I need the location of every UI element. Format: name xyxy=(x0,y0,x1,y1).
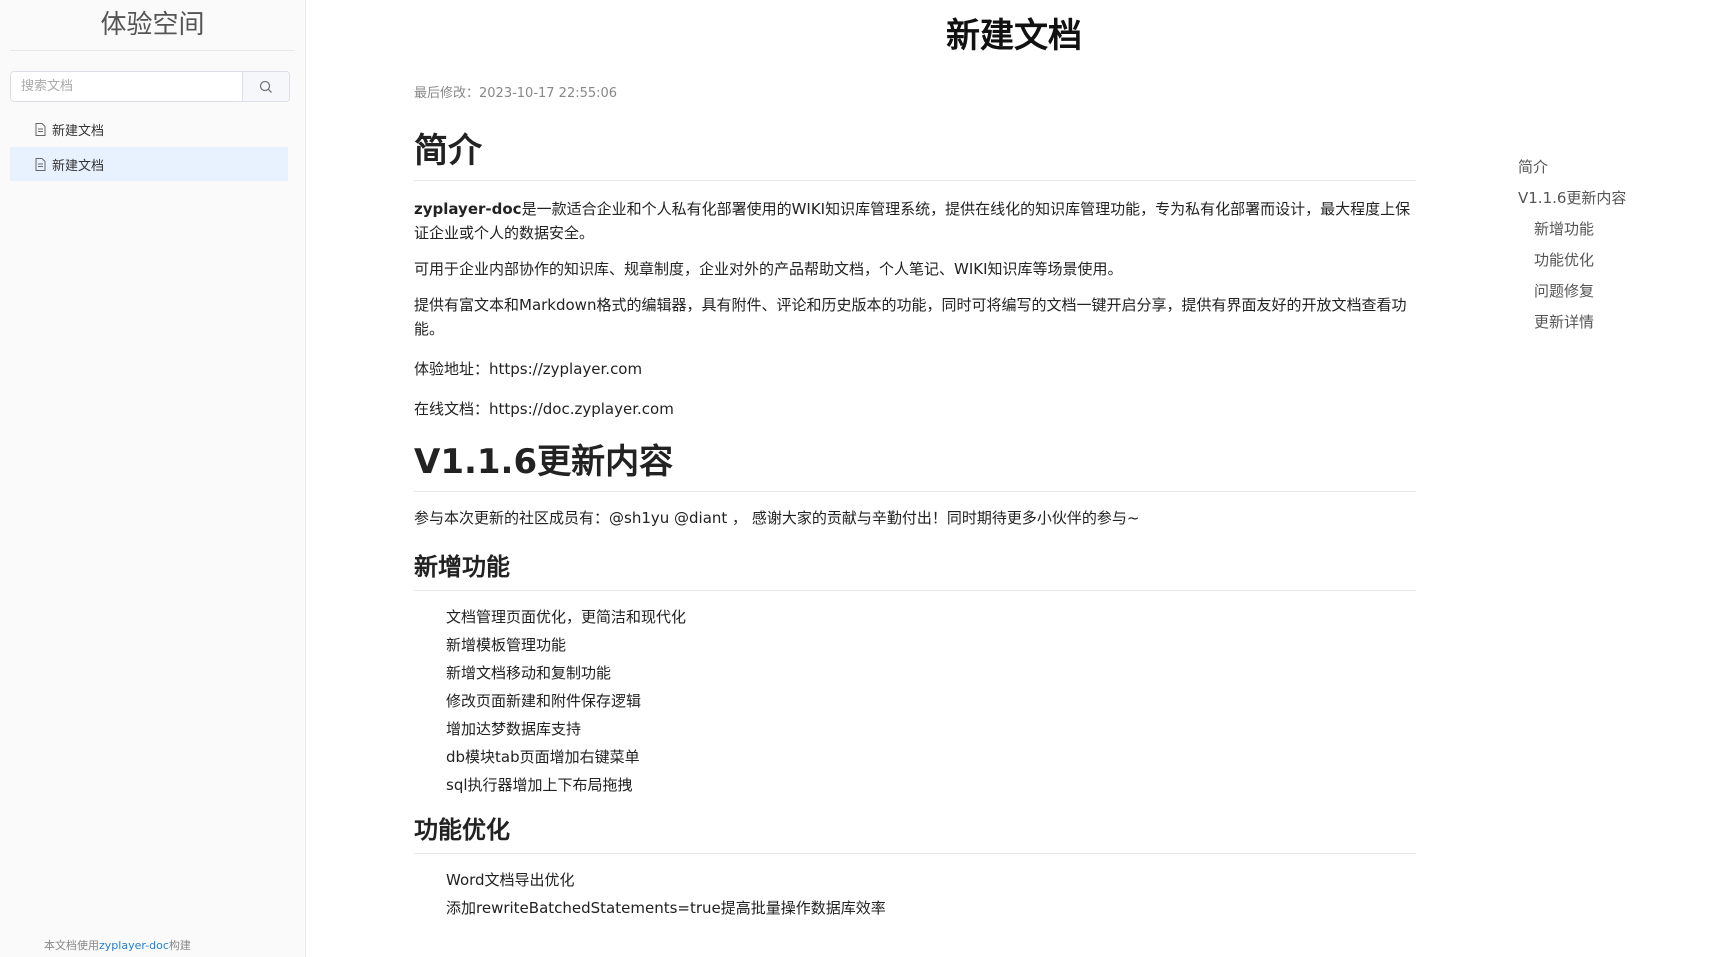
demo-address: 体验地址：https://zyplayer.com xyxy=(414,360,643,378)
list-item: sql执行器增加上下布局拖拽 xyxy=(446,776,633,794)
footer-brand-link[interactable]: zyplayer-doc xyxy=(99,939,169,952)
doc-title: 新建文档 xyxy=(946,16,1082,56)
heading-intro: 简介 xyxy=(414,130,1416,181)
heading-update: V1.1.6更新内容 xyxy=(414,441,1416,492)
toc-item-update-details[interactable]: 更新详情 xyxy=(1518,307,1718,338)
doc-tree-item-label: 新建文档 xyxy=(52,123,105,139)
search-icon xyxy=(259,80,272,93)
space-title: 体验空间 xyxy=(10,0,295,51)
last-modified: 最后修改：2023-10-17 22:55:06 xyxy=(414,86,618,101)
intro-paragraph-1: zyplayer-doc是一款适合企业和个人私有化部署使用的WIKI知识库管理系… xyxy=(414,197,1416,245)
sidebar: 体验空间 新建文档 新建文档 本文 xyxy=(0,0,306,957)
toc-item-intro[interactable]: 简介 xyxy=(1518,152,1718,183)
doc-tree-item[interactable]: 新建文档 xyxy=(10,112,288,146)
footer-prefix: 本文档使用 xyxy=(44,939,99,952)
search-box xyxy=(10,71,290,102)
intro-paragraph-3: 提供有富文本和Markdown格式的编辑器，具有附件、评论和历史版本的功能，同时… xyxy=(414,296,1407,338)
heading-optimizations: 功能优化 xyxy=(414,813,1416,854)
file-icon xyxy=(35,122,46,136)
toc-item-bug-fixes[interactable]: 问题修复 xyxy=(1518,276,1718,307)
doc-tree: 新建文档 新建文档 xyxy=(10,112,288,182)
doc-content: 简介 zyplayer-doc是一款适合企业和个人私有化部署使用的WIKI知识库… xyxy=(414,130,1416,922)
online-docs-address: 在线文档：https://doc.zyplayer.com xyxy=(414,400,674,418)
list-item: 增加达梦数据库支持 xyxy=(446,720,582,738)
product-name: zyplayer-doc xyxy=(414,200,522,218)
new-features-list: 文档管理页面优化，更简洁和现代化 新增模板管理功能 新增文档移动和复制功能 修改… xyxy=(414,603,1416,799)
list-item: 修改页面新建和附件保存逻辑 xyxy=(446,692,642,710)
search-button[interactable] xyxy=(242,72,289,101)
toc-item-optimizations[interactable]: 功能优化 xyxy=(1518,245,1718,276)
list-item: 新增模板管理功能 xyxy=(446,636,567,654)
file-icon xyxy=(35,157,46,171)
search-input[interactable] xyxy=(11,72,242,101)
intro-paragraph-2: 可用于企业内部协作的知识库、规章制度，企业对外的产品帮助文档，个人笔记、WIKI… xyxy=(414,260,1123,278)
list-item: 新增文档移动和复制功能 xyxy=(446,664,612,682)
doc-tree-item-active[interactable]: 新建文档 xyxy=(10,147,288,181)
list-item: Word文档导出优化 xyxy=(446,871,575,889)
footer-note: 本文档使用zyplayer-doc构建 xyxy=(44,937,191,953)
footer-suffix: 构建 xyxy=(168,939,191,952)
optimizations-list: Word文档导出优化 添加rewriteBatchedStatements=tr… xyxy=(414,866,1416,922)
toc-item-update[interactable]: V1.1.6更新内容 xyxy=(1518,183,1718,214)
intro-text: 是一款适合企业和个人私有化部署使用的WIKI知识库管理系统，提供在线化的知识库管… xyxy=(414,200,1411,242)
list-item: db模块tab页面增加右键菜单 xyxy=(446,748,640,766)
list-item: 文档管理页面优化，更简洁和现代化 xyxy=(446,608,687,626)
doc-tree-item-label: 新建文档 xyxy=(52,158,105,174)
update-paragraph: 参与本次更新的社区成员有：@sh1yu @diant ， 感谢大家的贡献与辛勤付… xyxy=(414,509,1140,527)
heading-new-features: 新增功能 xyxy=(414,550,1416,591)
list-item: 添加rewriteBatchedStatements=true提高批量操作数据库… xyxy=(446,899,886,917)
toc-item-new-features[interactable]: 新增功能 xyxy=(1518,214,1718,245)
table-of-contents: 简介 V1.1.6更新内容 新增功能 功能优化 问题修复 更新详情 xyxy=(1518,152,1718,338)
